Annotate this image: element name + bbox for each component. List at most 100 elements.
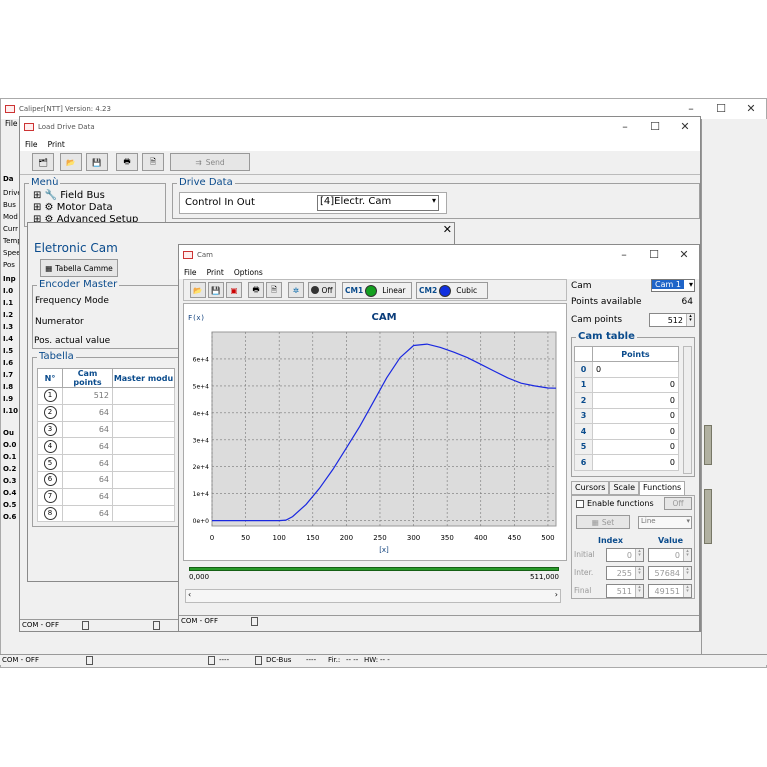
spinner[interactable]: ▴ ▾ <box>683 567 691 579</box>
open-button[interactable]: 📂 <box>190 282 206 298</box>
cam-select[interactable]: Cam 1 ▾ <box>651 279 695 292</box>
master-cell[interactable] <box>112 470 175 489</box>
table-row[interactable]: 7 64 <box>37 487 175 506</box>
cam-row-value[interactable]: 0 <box>592 376 679 393</box>
func-value-input[interactable]: 0 ▴ ▾ <box>648 548 692 562</box>
close-button[interactable]: ✕ <box>670 117 700 137</box>
master-cell[interactable] <box>112 387 175 405</box>
save-button[interactable]: 💾 <box>208 282 224 298</box>
settings-button[interactable]: ✲ <box>288 282 304 298</box>
tab-cursors[interactable]: Cursors <box>571 481 610 495</box>
func-index-input[interactable]: 511 ▴ ▾ <box>606 584 644 598</box>
master-cell[interactable] <box>112 454 175 472</box>
scroll-right-icon[interactable]: › <box>555 590 558 599</box>
cam-row-value[interactable]: 0 <box>592 361 679 378</box>
main-left-label: Inp <box>3 275 16 283</box>
main-menu-file[interactable]: File <box>5 119 18 128</box>
cam-points-cell[interactable]: 512 <box>62 387 113 405</box>
tree-item-field-bus[interactable]: ⊞ 🔧 Field Bus <box>33 190 105 201</box>
spinner[interactable]: ▴ ▾ <box>635 585 643 597</box>
cam-row-value[interactable]: 0 <box>592 423 679 440</box>
menu-file[interactable]: File <box>25 140 38 149</box>
menu-print[interactable]: Print <box>48 140 65 149</box>
spinner[interactable]: ▴ ▾ <box>686 314 694 326</box>
table-row[interactable]: 5 64 <box>37 454 175 472</box>
tabella-camme-button[interactable]: ▦ Tabella Camme <box>40 259 118 277</box>
set-button[interactable]: ▦ Set <box>576 515 630 529</box>
spinner[interactable]: ▴ ▾ <box>683 585 691 597</box>
cm2-group[interactable]: CM2 Cubic <box>416 282 488 299</box>
tab-scale[interactable]: Scale <box>609 481 639 495</box>
scroll-left-icon[interactable]: ‹ <box>188 590 191 599</box>
maximize-button[interactable]: ☐ <box>640 117 670 137</box>
cm1-group[interactable]: CM1 Linear <box>342 282 412 299</box>
save-button[interactable]: 💾 <box>86 153 108 171</box>
cam-table-row[interactable]: 00 <box>574 361 679 378</box>
master-cell[interactable] <box>112 487 175 506</box>
preview-button[interactable]: 🗎 <box>266 282 282 298</box>
print-button[interactable]: 🖶 <box>116 153 138 171</box>
func-value-input[interactable]: 49151 ▴ ▾ <box>648 584 692 598</box>
close-button[interactable]: ✕ <box>443 223 452 236</box>
send-button[interactable]: ⇉ Send <box>170 153 250 171</box>
open-file-button[interactable]: 📂 <box>60 153 82 171</box>
func-index-input[interactable]: 0 ▴ ▾ <box>606 548 644 562</box>
master-cell[interactable] <box>112 403 175 422</box>
cam-table-row[interactable]: 10 <box>574 376 679 393</box>
func-index-input[interactable]: 255 ▴ ▾ <box>606 566 644 580</box>
send-button[interactable]: ▣ <box>226 282 242 298</box>
table-row[interactable]: 8 64 <box>37 504 175 523</box>
enable-functions-checkbox[interactable] <box>576 500 584 508</box>
cam-table-scrollbar[interactable] <box>683 346 692 474</box>
horizontal-scrollbar[interactable]: ‹ › <box>185 589 561 603</box>
close-button[interactable]: ✕ <box>736 99 766 119</box>
cam-row-value[interactable]: 0 <box>592 454 679 471</box>
table-row[interactable]: 1 512 <box>37 387 175 405</box>
cam-points-input[interactable]: 512 ▴ ▾ <box>649 313 695 327</box>
close-button[interactable]: ✕ <box>669 245 699 265</box>
minimize-button[interactable]: – <box>610 117 640 137</box>
print-button[interactable]: 🖶 <box>248 282 264 298</box>
cam-points-cell[interactable]: 64 <box>62 454 113 472</box>
cam-table-row[interactable]: 40 <box>574 423 679 440</box>
maximize-button[interactable]: ☐ <box>706 99 736 119</box>
func-value-input[interactable]: 57684 ▴ ▾ <box>648 566 692 580</box>
table-row[interactable]: 2 64 <box>37 403 175 422</box>
menu-file[interactable]: File <box>184 268 197 277</box>
cam-points-cell[interactable]: 64 <box>62 470 113 489</box>
spinner[interactable]: ▴ ▾ <box>683 549 691 561</box>
table-row[interactable]: 6 64 <box>37 470 175 489</box>
master-cell[interactable] <box>112 437 175 456</box>
functions-off-button[interactable]: Off <box>664 497 692 510</box>
function-type-select[interactable]: Line ▾ <box>638 516 692 529</box>
minimize-button[interactable]: – <box>609 245 639 265</box>
spinner[interactable]: ▴ ▾ <box>635 567 643 579</box>
maximize-button[interactable]: ☐ <box>639 245 669 265</box>
cam-table-row[interactable]: 30 <box>574 407 679 424</box>
cam-table-row[interactable]: 60 <box>574 454 679 471</box>
master-cell[interactable] <box>112 504 175 523</box>
cam-points-cell[interactable]: 64 <box>62 403 113 422</box>
cam-table-row[interactable]: 50 <box>574 438 679 455</box>
cam-points-cell[interactable]: 64 <box>62 420 113 439</box>
tree-item-motor-data[interactable]: ⊞ ⚙ Motor Data <box>33 202 113 213</box>
table-row[interactable]: 4 64 <box>37 437 175 456</box>
cam-points-cell[interactable]: 64 <box>62 504 113 523</box>
preview-button[interactable]: 🗎 <box>142 153 164 171</box>
master-cell[interactable] <box>112 420 175 439</box>
cam-table-row[interactable]: 20 <box>574 392 679 409</box>
tab-functions[interactable]: Functions <box>639 481 686 495</box>
cam-points-cell[interactable]: 64 <box>62 487 113 506</box>
menu-options[interactable]: Options <box>234 268 263 277</box>
cam-row-value[interactable]: 0 <box>592 438 679 455</box>
position-slider[interactable]: 0,000 511,000 <box>185 563 561 583</box>
cam-row-value[interactable]: 0 <box>592 392 679 409</box>
cam-row-value[interactable]: 0 <box>592 407 679 424</box>
cam-points-cell[interactable]: 64 <box>62 437 113 456</box>
menu-print[interactable]: Print <box>207 268 224 277</box>
control-in-out-select[interactable]: [4]Electr. Cam ▾ <box>317 195 439 211</box>
open-folder-button[interactable]: 🗂 <box>32 153 54 171</box>
off-toggle[interactable]: Off <box>308 282 336 298</box>
table-row[interactable]: 3 64 <box>37 420 175 439</box>
spinner[interactable]: ▴ ▾ <box>635 549 643 561</box>
